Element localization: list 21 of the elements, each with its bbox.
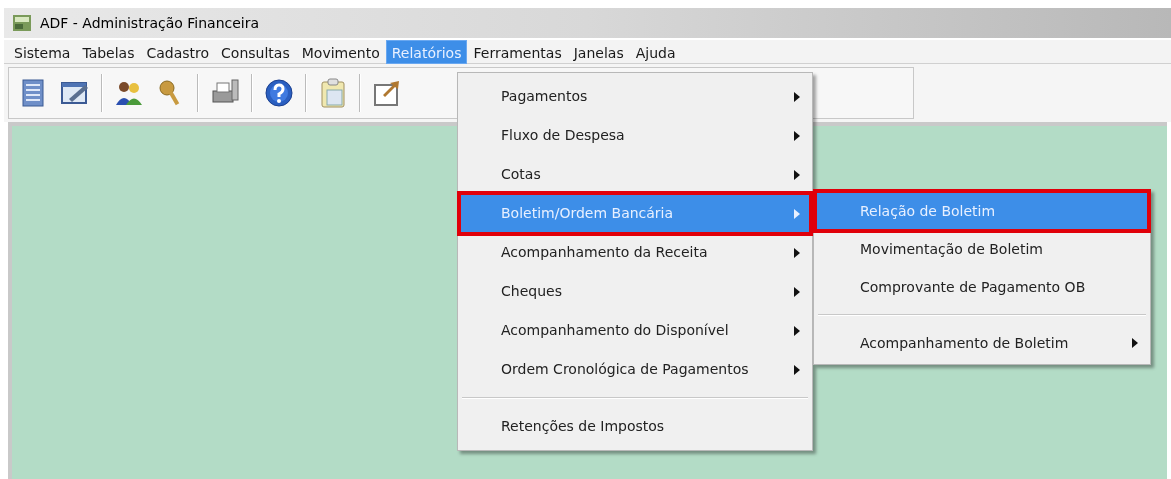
menu-option[interactable]: Comprovante de Pagamento OB	[816, 268, 1148, 306]
menu-option[interactable]: Cotas	[460, 155, 810, 194]
menu-option[interactable]: Cheques	[460, 272, 810, 311]
menu-item[interactable]: Ajuda	[629, 39, 682, 64]
menu-option[interactable]: Ordem Cronológica de Pagamentos	[460, 350, 810, 389]
menu-option[interactable]: Movimentação de Boletim	[816, 230, 1148, 268]
window-title: ADF - Administração Financeira	[40, 13, 260, 33]
menu-item[interactable]: Movimento	[295, 39, 386, 64]
menu-item[interactable]: Cadastro	[140, 39, 216, 64]
menu-item[interactable]: Tabelas	[76, 39, 141, 64]
menu-item[interactable]: Consultas	[215, 39, 296, 64]
menu-option[interactable]: Fluxo de Despesa	[460, 116, 810, 155]
help-icon[interactable]	[263, 77, 295, 109]
menu-item[interactable]: Janelas	[567, 39, 630, 64]
app-icon	[12, 13, 32, 33]
menu-option[interactable]: Acompanhamento da Receita	[460, 233, 810, 272]
menu-item[interactable]: Ferramentas	[467, 39, 568, 64]
menu-option[interactable]: Retenções de Impostos	[460, 407, 810, 446]
menu-option[interactable]: Acompanhamento de Boletim	[816, 324, 1148, 362]
menu-option[interactable]: Acompanhamento do Disponível	[460, 311, 810, 350]
menu-item[interactable]: Sistema	[8, 39, 77, 64]
